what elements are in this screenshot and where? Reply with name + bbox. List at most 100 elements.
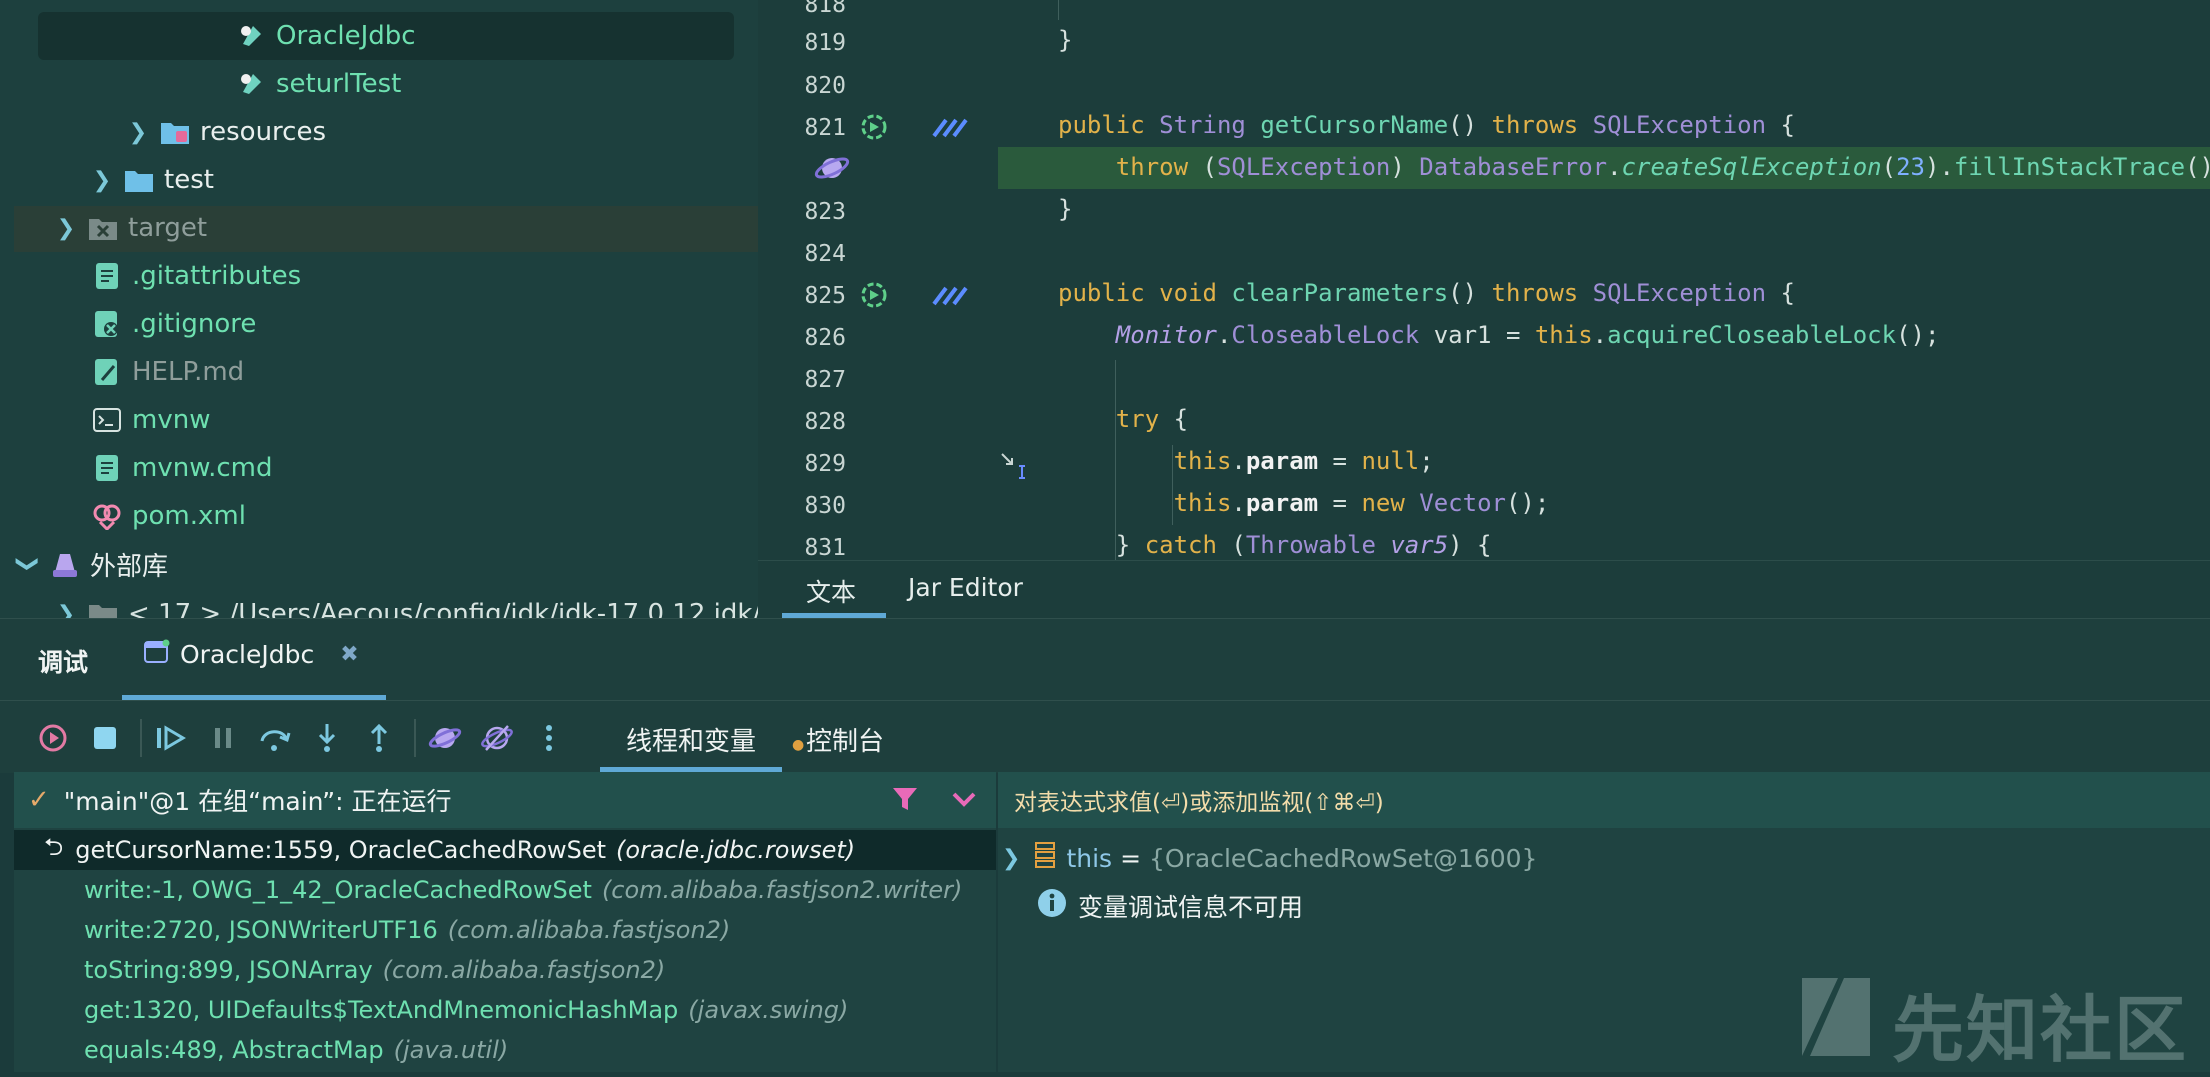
frame-method: write:2720, JSONWriterUTF16 — [84, 916, 438, 944]
debug-tool-title: 调试 — [38, 648, 89, 677]
filter-icon[interactable] — [890, 784, 920, 820]
tree-item-oraclejdbc[interactable]: OracleJdbc — [236, 14, 416, 58]
java-class-icon — [236, 21, 266, 51]
line-number: 819 — [804, 30, 846, 56]
tree-item-pom-xml[interactable]: pom.xml — [92, 494, 246, 538]
toolbar-separator — [140, 719, 142, 757]
step-into-icon[interactable] — [310, 721, 344, 755]
code-line[interactable]: this.param = null; — [1058, 447, 1434, 475]
session-tab-label: OracleJdbc — [180, 639, 315, 669]
tree-item-target[interactable]: ❯ target — [54, 206, 207, 250]
frame-package: (javax.swing) — [688, 996, 849, 1024]
code-line[interactable]: Monitor.CloseableLock var1 = this.acquir… — [1058, 321, 1940, 349]
tree-item-help-md[interactable]: HELP.md — [92, 350, 244, 394]
check-icon: ✓ — [28, 785, 50, 815]
excluded-folder-icon — [88, 213, 118, 243]
variable-value: {OracleCachedRowSet@1600} — [1149, 843, 1538, 873]
code-line[interactable]: public String getCursorName() throws SQL… — [1058, 111, 1795, 139]
code-line[interactable]: } catch (Throwable var5) { — [1058, 531, 1492, 559]
more-options-icon[interactable] — [532, 721, 566, 755]
line-number: 827 — [804, 367, 846, 393]
resources-folder-icon — [160, 117, 190, 147]
frame-row[interactable]: get:1320, UIDefaults$TextAndMnemonicHash… — [14, 990, 848, 1030]
chevron-right-icon[interactable]: ❯ — [1002, 846, 1020, 871]
chevron-down-icon[interactable]: ❯ — [16, 552, 41, 576]
tab-threads-variables[interactable]: 线程和变量 — [626, 721, 756, 758]
step-out-icon[interactable] — [362, 721, 396, 755]
frame-method: toString:899, JSONArray — [84, 956, 373, 984]
line-number: 830 — [804, 493, 846, 519]
line-number: 820 — [804, 73, 846, 99]
tree-item-seturltest[interactable]: seturlTest — [236, 62, 401, 106]
line-number: 828 — [804, 409, 846, 435]
app-window-icon — [144, 639, 170, 669]
code-line[interactable]: throw (SQLException) DatabaseError.creat… — [1058, 153, 2210, 181]
tree-item-test[interactable]: ❯ test — [90, 158, 214, 202]
tab-text[interactable]: 文本 — [806, 573, 856, 609]
code-line[interactable]: } — [1058, 195, 1072, 223]
thread-selector[interactable]: ✓ "main"@1 在组“main”: 正在运行 — [14, 772, 996, 828]
line-number: 818 — [804, 0, 846, 18]
frame-row[interactable]: ⮌ getCursorName:1559, OracleCachedRowSet… — [14, 830, 996, 870]
tree-item-gitignore[interactable]: .gitignore — [92, 302, 256, 346]
chevron-right-icon[interactable]: ❯ — [126, 120, 150, 145]
tree-item-mvnw[interactable]: mvnw — [92, 398, 210, 442]
java-class-icon — [236, 69, 266, 99]
frame-row[interactable]: write:2720, JSONWriterUTF16 (com.alibaba… — [14, 910, 730, 950]
line-number: 831 — [804, 535, 846, 560]
frame-method: getCursorName:1559, OracleCachedRowSet — [75, 836, 607, 864]
frame-package: (com.alibaba.fastjson2) — [382, 956, 666, 984]
chevron-right-icon[interactable]: ❯ — [54, 602, 78, 619]
chevron-right-icon[interactable]: ❯ — [90, 168, 114, 193]
return-icon: ⮌ — [44, 832, 64, 861]
frame-package: (java.util) — [393, 1036, 509, 1064]
tree-item-label: test — [164, 165, 214, 195]
code-line[interactable]: public void clearParameters() throws SQL… — [1058, 279, 1795, 307]
implementations-icon[interactable] — [932, 116, 968, 142]
terminal-icon — [92, 405, 122, 435]
tab-console[interactable]: 控制台 — [806, 721, 884, 758]
tree-item-gitattributes[interactable]: .gitattributes — [92, 254, 301, 298]
chevron-right-icon[interactable]: ❯ — [54, 216, 78, 241]
evaluate-placeholder: 对表达式求值(⏎)或添加监视(⇧⌘⏎) — [1014, 790, 1384, 816]
override-icon[interactable] — [858, 279, 890, 315]
code-editor[interactable]: 818 819 820 821 823 824 825 826 827 828 … — [758, 0, 2210, 560]
ignore-file-icon — [92, 309, 122, 339]
tree-item-mvnw-cmd[interactable]: mvnw.cmd — [92, 446, 272, 490]
close-icon[interactable]: ✖ — [340, 642, 358, 667]
toolbar-separator — [414, 719, 416, 757]
frame-row[interactable]: write:-1, OWG_1_42_OracleCachedRowSet (c… — [14, 870, 962, 910]
override-icon[interactable] — [858, 111, 890, 147]
code-line[interactable]: try { — [1058, 405, 1188, 433]
pause-icon[interactable] — [206, 721, 240, 755]
frame-row[interactable]: equals:489, AbstractMap (java.util) — [14, 1030, 508, 1070]
resume-icon[interactable] — [154, 721, 188, 755]
rerun-icon[interactable] — [36, 721, 70, 755]
tab-jar-editor[interactable]: Jar Editor — [908, 573, 1023, 602]
variable-row-this[interactable]: ❯ this = {OracleCachedRowSet@1600} — [998, 836, 1537, 880]
chevron-down-icon[interactable] — [950, 786, 978, 818]
indent-guide — [1058, 0, 1059, 20]
frame-method: get:1320, UIDefaults$TextAndMnemonicHash… — [84, 996, 679, 1024]
watermark-text: 先知社区 — [1892, 988, 2189, 1072]
maven-icon — [92, 501, 122, 531]
code-line[interactable]: } — [1058, 26, 1072, 54]
mute-breakpoints-icon[interactable] — [480, 721, 514, 755]
session-tab-oraclejdbc[interactable]: OracleJdbc ✖ — [144, 639, 359, 669]
cursor-icon — [1000, 452, 1030, 486]
frame-row[interactable]: toString:899, JSONArray (com.alibaba.fas… — [14, 950, 665, 990]
tree-item-jdk[interactable]: ❯ < 17 > /Users/Aecous/config/jdk/jdk-17… — [54, 592, 758, 618]
step-over-icon[interactable] — [258, 721, 292, 755]
tree-item-resources[interactable]: ❯ resources — [126, 110, 326, 154]
view-breakpoints-icon[interactable] — [428, 721, 462, 755]
breakpoint-planet-icon[interactable] — [814, 151, 850, 189]
tree-item-label: mvnw — [132, 405, 211, 435]
tree-item-external-libraries[interactable]: ❯ 外部库 — [16, 542, 169, 586]
line-number: 825 — [804, 283, 846, 309]
line-number: 823 — [804, 199, 846, 225]
implementations-icon[interactable] — [932, 284, 968, 310]
file-icon — [92, 261, 122, 291]
evaluate-expression-input[interactable]: 对表达式求值(⏎)或添加监视(⇧⌘⏎) — [998, 772, 2210, 828]
code-line[interactable]: this.param = new Vector(); — [1058, 489, 1550, 517]
stop-icon[interactable] — [88, 721, 122, 755]
